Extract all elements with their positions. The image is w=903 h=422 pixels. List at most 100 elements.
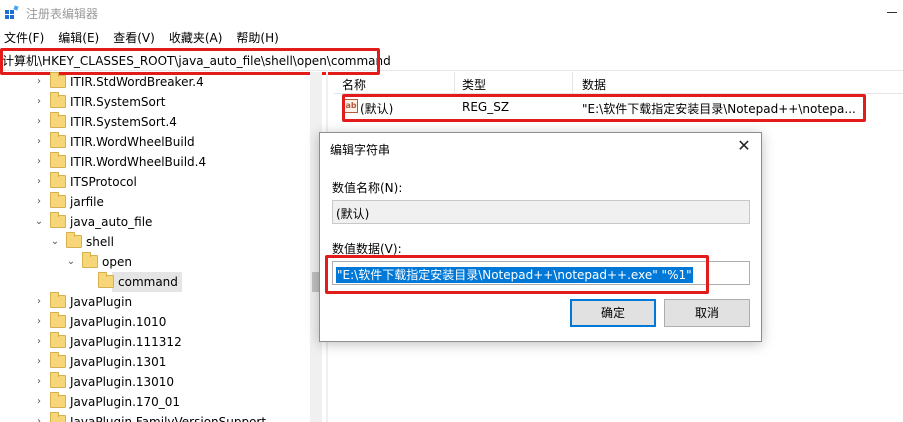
tree-item[interactable]: › ITIR.SystemSort: [0, 92, 310, 112]
tree-item[interactable]: › ITIR.WordWheelBuild: [0, 132, 310, 152]
chevron-right-icon[interactable]: ›: [34, 135, 44, 149]
folder-icon: [82, 252, 98, 268]
window-title: 注册表编辑器: [26, 7, 99, 21]
tree-item[interactable]: › ITIR.StdWordBreaker.4: [0, 72, 310, 92]
folder-icon: [50, 192, 66, 208]
folder-icon: [50, 332, 66, 348]
tree-item[interactable]: › ITIR.WordWheelBuild.4: [0, 152, 310, 172]
tree-item[interactable]: ⌄ java_auto_file: [0, 212, 310, 232]
folder-icon: [50, 292, 66, 308]
folder-icon: [66, 232, 82, 248]
tree-item[interactable]: command: [0, 272, 310, 292]
tree-item-label: JavaPlugin.111312: [70, 335, 182, 349]
menu-edit[interactable]: 编辑(E): [54, 27, 99, 47]
tree-item[interactable]: ⌄ shell: [0, 232, 310, 252]
folder-icon: [50, 372, 66, 388]
tree-item[interactable]: › JavaPlugin.111312: [0, 332, 310, 352]
tree-item-label: java_auto_file: [70, 215, 153, 229]
title-bar: 注册表编辑器: [0, 0, 903, 26]
value-name-field: (默认): [332, 200, 750, 224]
folder-icon: [50, 212, 66, 228]
chevron-right-icon[interactable]: ›: [34, 375, 44, 389]
value-name: (默认): [360, 102, 394, 116]
menu-file[interactable]: 文件(F): [0, 27, 44, 47]
chevron-down-icon[interactable]: ⌄: [34, 215, 44, 229]
tree-item[interactable]: › JavaPlugin.1010: [0, 312, 310, 332]
ok-button[interactable]: 确定: [570, 299, 656, 327]
close-icon[interactable]: ✕: [735, 137, 753, 155]
regedit-window: 注册表编辑器 文件(F) 编辑(E) 查看(V) 收藏夹(A) 帮助(H) 计算…: [0, 0, 903, 422]
column-divider[interactable]: [572, 72, 573, 94]
tree-item[interactable]: › ITSProtocol: [0, 172, 310, 192]
address-path[interactable]: 计算机\HKEY_CLASSES_ROOT\java_auto_file\she…: [2, 52, 391, 69]
tree-item[interactable]: › JavaPlugin.13010: [0, 372, 310, 392]
tree-item-label: ITIR.SystemSort: [70, 95, 166, 109]
chevron-right-icon[interactable]: ›: [34, 195, 44, 209]
folder-icon: [50, 72, 66, 88]
chevron-right-icon[interactable]: ›: [34, 175, 44, 189]
tree-item[interactable]: › JavaPlugin: [0, 292, 310, 312]
folder-icon: [50, 392, 66, 408]
tree-item[interactable]: › JavaPlugin.1301: [0, 352, 310, 372]
value-data-selected-text[interactable]: "E:\软件下载指定安装目录\Notepad++\notepad++.exe" …: [336, 267, 693, 283]
chevron-right-icon[interactable]: ›: [34, 335, 44, 349]
chevron-right-icon[interactable]: ›: [34, 415, 44, 422]
registry-tree: › ITIR.StdWordBreaker.4 › ITIR.SystemSort › I…: [0, 72, 310, 422]
tree-item[interactable]: › ITIR.SystemSort.4: [0, 112, 310, 132]
value-data: "E:\软件下载指定安装目录\Notepad++\notepa...: [582, 102, 856, 116]
tree-item[interactable]: ⌄ open: [0, 252, 310, 272]
chevron-down-icon[interactable]: ⌄: [50, 235, 60, 249]
tree-item-label: ITIR.StdWordBreaker.4: [70, 75, 204, 89]
chevron-right-icon[interactable]: ›: [34, 95, 44, 109]
chevron-right-icon[interactable]: ›: [34, 315, 44, 329]
tree-item-label: JavaPlugin.13010: [70, 375, 175, 389]
tree-item-label: command: [118, 275, 178, 289]
folder-icon: [50, 152, 66, 168]
menu-favorites[interactable]: 收藏夹(A): [165, 27, 223, 47]
folder-icon: [50, 352, 66, 368]
folder-icon: [50, 132, 66, 148]
menu-bar: 文件(F) 编辑(E) 查看(V) 收藏夹(A) 帮助(H): [0, 27, 903, 47]
tree-item-label: ITIR.WordWheelBuild: [70, 135, 195, 149]
chevron-right-icon[interactable]: ›: [34, 155, 44, 169]
tree-item-label: JavaPlugin.1010: [70, 315, 167, 329]
tree-item[interactable]: › JavaPlugin.170_01: [0, 392, 310, 412]
folder-icon: [50, 112, 66, 128]
folder-icon: [50, 92, 66, 108]
value-data-input[interactable]: "E:\软件下载指定安装目录\Notepad++\notepad++.exe" …: [332, 261, 750, 285]
chevron-right-icon[interactable]: ›: [34, 295, 44, 309]
chevron-right-icon[interactable]: ›: [34, 395, 44, 409]
chevron-right-icon[interactable]: ›: [34, 115, 44, 129]
minimize-icon[interactable]: [887, 12, 897, 13]
address-bar[interactable]: 计算机\HKEY_CLASSES_ROOT\java_auto_file\she…: [0, 49, 903, 71]
tree-item-label: jarfile: [70, 195, 104, 209]
tree-item[interactable]: › JavaPlugin.FamilyVersionSupport: [0, 412, 310, 422]
column-divider[interactable]: [454, 72, 455, 94]
tree-item-label: open: [102, 255, 132, 269]
menu-view[interactable]: 查看(V): [109, 27, 155, 47]
folder-icon: [50, 172, 66, 188]
tree-item-label: JavaPlugin.170_01: [70, 395, 181, 409]
column-name[interactable]: 名称: [342, 76, 366, 93]
column-data[interactable]: 数据: [582, 76, 606, 93]
folder-icon: [50, 312, 66, 328]
chevron-right-icon[interactable]: ›: [34, 75, 44, 89]
chevron-down-icon[interactable]: ⌄: [66, 255, 76, 269]
edit-string-dialog: 编辑字符串 ✕ 数值名称(N): (默认) 数值数据(V): "E:\软件下载指…: [319, 132, 762, 342]
tree-item-label: shell: [86, 235, 114, 249]
values-header: 名称 类型 数据: [334, 72, 903, 94]
value-name-text: (默认): [336, 207, 370, 221]
value-name-label: 数值名称(N):: [332, 181, 403, 195]
menu-help[interactable]: 帮助(H): [232, 27, 278, 47]
folder-icon: [98, 272, 114, 288]
value-data-label: 数值数据(V):: [332, 242, 402, 256]
tree-item-label: ITIR.WordWheelBuild.4: [70, 155, 207, 169]
string-value-icon: ab: [344, 99, 358, 113]
column-type[interactable]: 类型: [462, 76, 486, 93]
tree-item-label: JavaPlugin.FamilyVersionSupport: [70, 415, 267, 422]
cancel-button[interactable]: 取消: [664, 299, 750, 327]
value-row-default[interactable]: ab (默认) REG_SZ "E:\软件下载指定安装目录\Notepad++\…: [334, 96, 903, 118]
tree-item[interactable]: › jarfile: [0, 192, 310, 212]
folder-icon: [50, 412, 66, 422]
chevron-right-icon[interactable]: ›: [34, 355, 44, 369]
